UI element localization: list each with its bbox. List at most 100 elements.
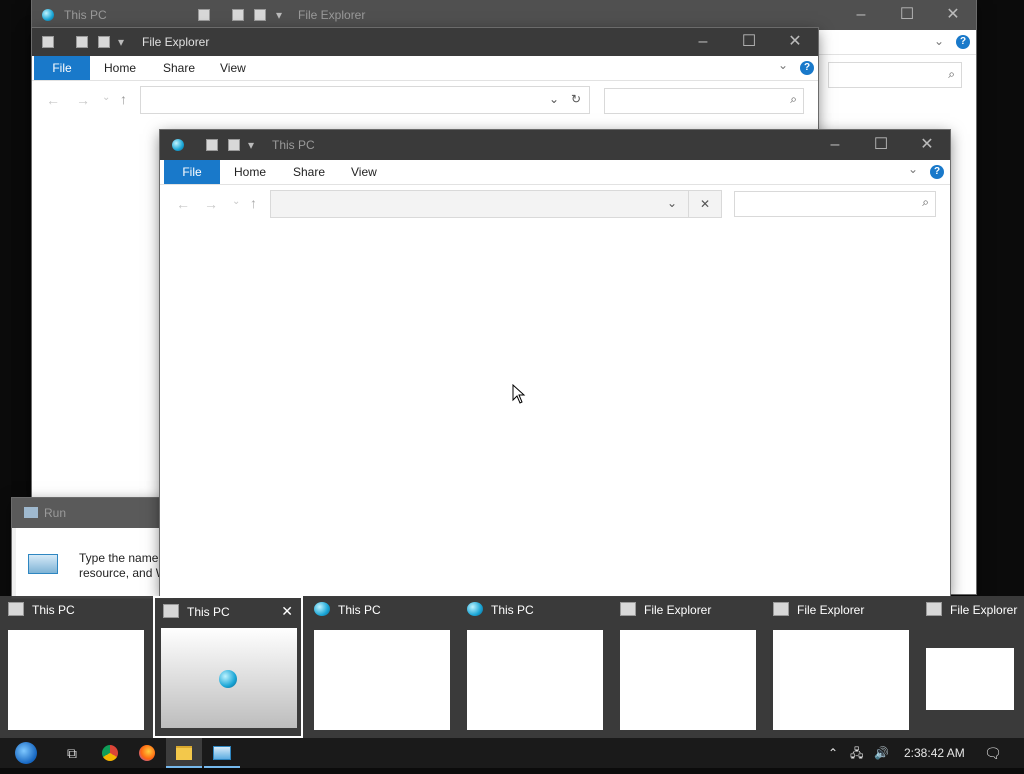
explorer-window-icon	[8, 602, 24, 616]
back-window-search[interactable]: ⌕	[828, 62, 962, 88]
run-dialog-titlebar[interactable]: Run	[12, 498, 172, 528]
help-icon[interactable]: ?	[930, 165, 944, 179]
switcher-item[interactable]: File Explorer	[918, 596, 1024, 738]
run-description-line1: Type the name	[79, 551, 159, 565]
explorer-window-icon	[163, 604, 179, 618]
front-window-titlebar[interactable]: ▾ This PC – ☐ ✕	[160, 130, 950, 160]
properties-icon[interactable]	[198, 9, 210, 21]
run-icon	[24, 507, 38, 518]
maximize-button[interactable]: ☐	[884, 0, 930, 30]
quick-access-dropdown-icon[interactable]: ▾	[248, 138, 254, 152]
tab-file[interactable]: File	[34, 56, 90, 80]
switcher-item-label: File Explorer	[950, 603, 1018, 617]
task-switcher: This PC This PC ✕ This PC This PC File E…	[0, 596, 1024, 738]
run-dialog[interactable]: Run Type the name resource, and W	[12, 498, 172, 598]
minimize-button[interactable]: –	[838, 0, 884, 30]
window-thumbnail	[773, 630, 909, 730]
front-window[interactable]: ▾ This PC – ☐ ✕ File Home Share View ⌄ ?…	[160, 130, 950, 596]
address-bar[interactable]: ⌄ ✕	[270, 190, 722, 218]
address-bar[interactable]: ⌄ ↻	[140, 86, 590, 114]
switcher-item-label: File Explorer	[644, 603, 712, 617]
volume-icon[interactable]: 🔊	[874, 738, 889, 768]
globe-icon	[314, 602, 330, 616]
maximize-button[interactable]: ☐	[726, 28, 772, 56]
address-dropdown-icon[interactable]: ⌄	[667, 196, 677, 210]
forward-arrow-icon[interactable]: →	[204, 196, 218, 212]
back-window-titlebar[interactable]: This PC ▾ File Explorer – ☐ ✕	[32, 0, 976, 30]
file-explorer-icon[interactable]	[166, 738, 202, 768]
new-folder-icon[interactable]	[98, 36, 110, 48]
firefox-icon[interactable]	[129, 738, 165, 768]
quick-access-dropdown-icon[interactable]: ▾	[276, 8, 282, 22]
switcher-item-selected[interactable]: This PC ✕	[153, 596, 303, 738]
middle-window-ribbon: File Home Share View ⌄ ?	[32, 56, 818, 81]
maximize-button[interactable]: ☐	[858, 130, 904, 160]
refresh-icon[interactable]: ↻	[571, 92, 581, 106]
up-arrow-icon[interactable]: ↑	[120, 91, 127, 107]
switcher-item[interactable]: This PC	[306, 596, 456, 738]
switcher-item[interactable]: This PC	[0, 596, 150, 738]
help-icon[interactable]: ?	[956, 35, 970, 49]
minimize-button[interactable]: –	[812, 130, 858, 160]
tab-view[interactable]: View	[220, 56, 246, 80]
run-icon[interactable]	[204, 738, 240, 768]
mouse-cursor-icon	[512, 384, 526, 404]
action-center-icon[interactable]: 🗨	[984, 738, 1002, 768]
tab-home[interactable]: Home	[104, 56, 136, 80]
back-window-quick-title: File Explorer	[298, 8, 366, 22]
switcher-item[interactable]: File Explorer	[612, 596, 762, 738]
help-icon[interactable]: ?	[800, 61, 814, 75]
network-icon[interactable]: 🖧	[850, 738, 863, 768]
switcher-item[interactable]: This PC	[459, 596, 609, 738]
task-view-icon[interactable]: ⧉	[54, 738, 90, 768]
show-hidden-icons-icon[interactable]: ⌃	[828, 738, 838, 768]
run-dialog-body: Type the name resource, and W	[16, 528, 172, 598]
close-button[interactable]: ✕	[772, 28, 818, 56]
address-dropdown-icon[interactable]: ⌄	[549, 92, 559, 106]
clock[interactable]: 2:38:42 AM	[904, 738, 965, 768]
search-input[interactable]: ⌕	[734, 191, 936, 217]
checkmark-doc-icon[interactable]	[232, 9, 244, 21]
checkmark-doc-icon[interactable]	[206, 139, 218, 151]
ribbon-expand-icon[interactable]: ⌄	[778, 58, 788, 72]
explorer-window-icon	[773, 602, 789, 616]
recent-locations-icon[interactable]: ⌄	[232, 196, 240, 207]
tab-share[interactable]: Share	[293, 160, 325, 184]
quick-access-dropdown-icon[interactable]: ▾	[118, 35, 124, 49]
globe-icon	[219, 670, 237, 688]
tab-home[interactable]: Home	[234, 160, 266, 184]
window-thumbnail	[161, 628, 297, 728]
checkmark-doc-icon[interactable]	[76, 36, 88, 48]
search-input[interactable]: ⌕	[604, 88, 804, 114]
tab-share[interactable]: Share	[163, 56, 195, 80]
back-window-ribbon-fragment	[818, 30, 976, 55]
start-icon[interactable]	[8, 738, 44, 768]
ribbon-expand-icon[interactable]: ⌄	[934, 34, 944, 48]
minimize-button[interactable]: –	[680, 28, 726, 56]
window-thumbnail	[467, 630, 603, 730]
chrome-icon[interactable]	[92, 738, 128, 768]
close-button[interactable]: ✕	[904, 130, 950, 160]
switcher-item-label: File Explorer	[797, 603, 865, 617]
ribbon-expand-icon[interactable]: ⌄	[908, 162, 918, 176]
up-arrow-icon[interactable]: ↑	[250, 195, 257, 211]
window-thumbnail	[8, 630, 144, 730]
search-icon: ⌕	[922, 195, 929, 209]
switcher-item-label: This PC	[338, 603, 381, 617]
new-folder-icon[interactable]	[254, 9, 266, 21]
close-icon[interactable]: ✕	[281, 603, 293, 620]
back-arrow-icon[interactable]: ←	[46, 92, 60, 108]
recent-locations-icon[interactable]: ⌄	[102, 92, 110, 103]
close-button[interactable]: ✕	[930, 0, 976, 30]
back-arrow-icon[interactable]: ←	[176, 196, 190, 212]
front-window-title: This PC	[272, 138, 315, 152]
window-thumbnail	[314, 630, 450, 730]
forward-arrow-icon[interactable]: →	[76, 92, 90, 108]
front-window-ribbon: File Home Share View ⌄ ?	[160, 160, 950, 185]
tab-file[interactable]: File	[164, 160, 220, 184]
middle-window-titlebar[interactable]: ▾ File Explorer – ☐ ✕	[32, 28, 818, 56]
tab-view[interactable]: View	[351, 160, 377, 184]
new-folder-icon[interactable]	[228, 139, 240, 151]
stop-icon[interactable]: ✕	[688, 191, 721, 217]
switcher-item[interactable]: File Explorer	[765, 596, 915, 738]
